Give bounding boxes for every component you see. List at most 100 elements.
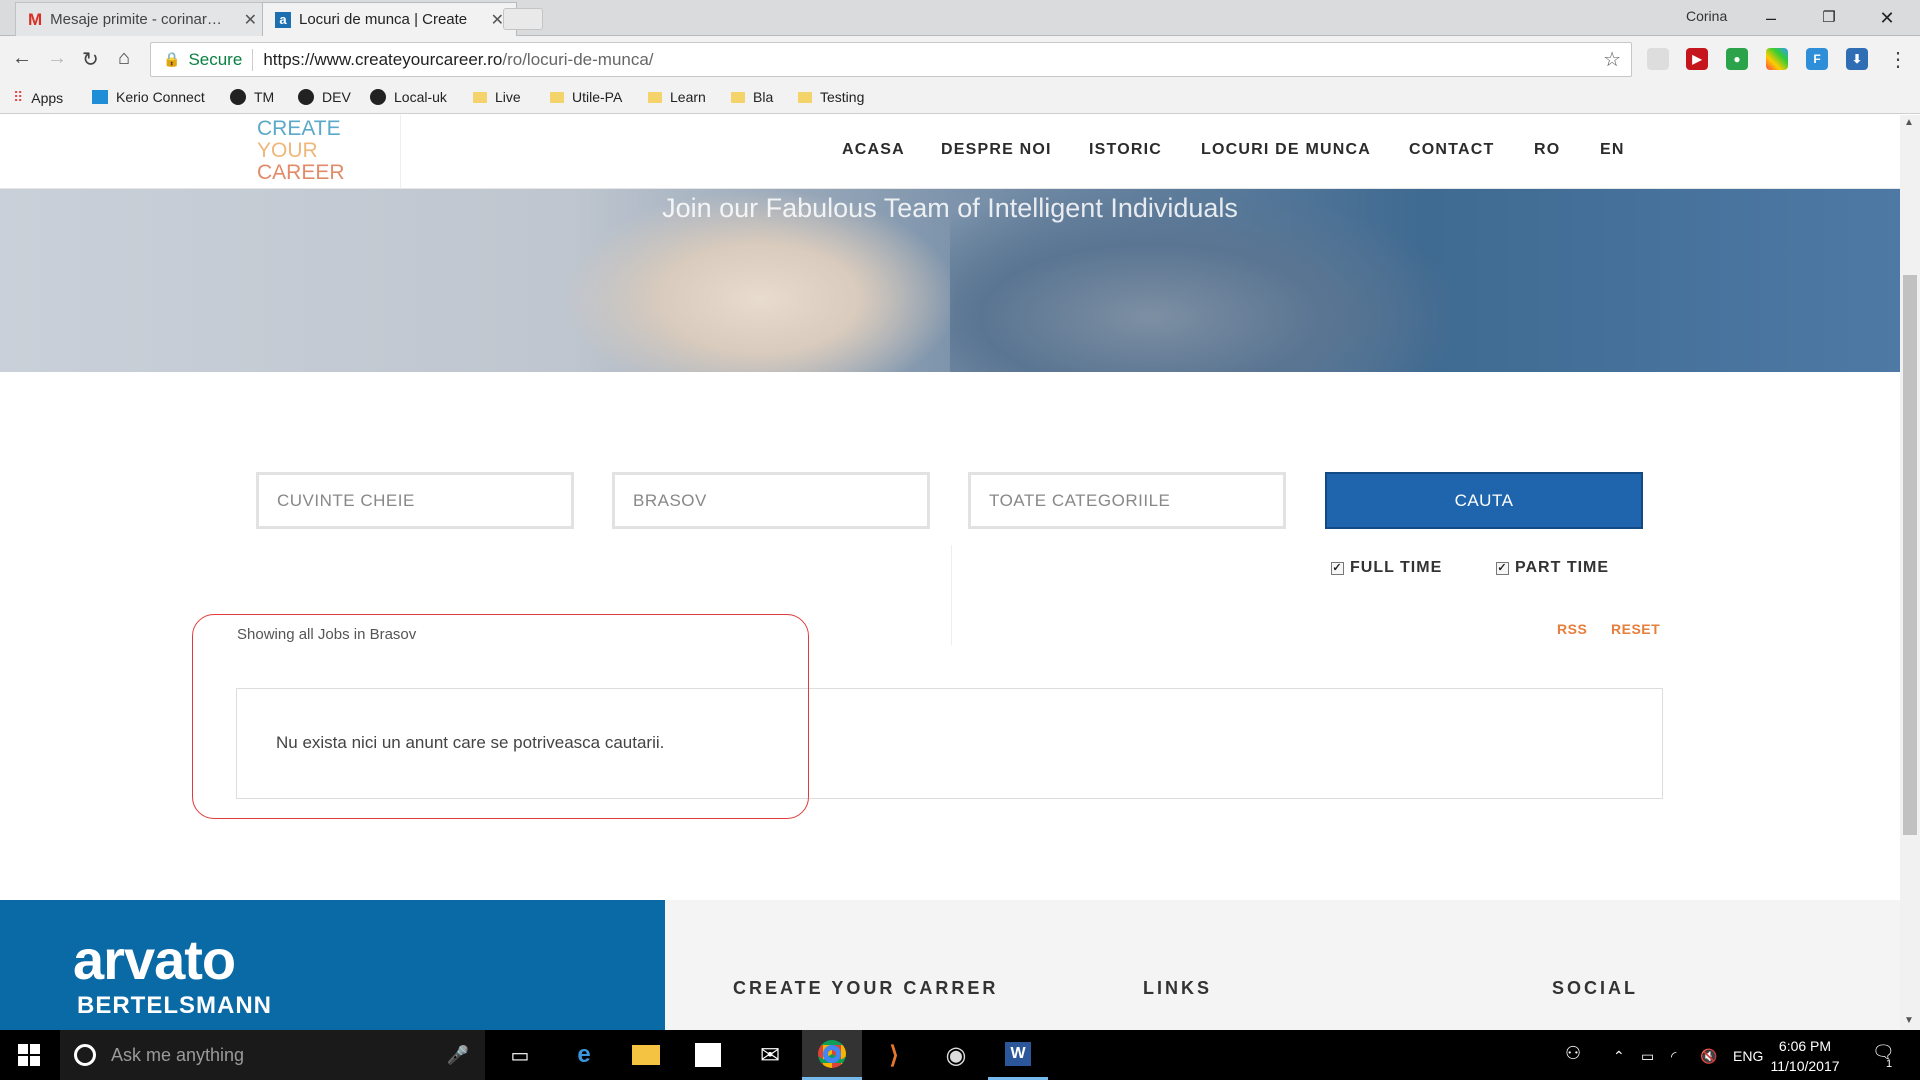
- bookmark-star-icon[interactable]: ☆: [1603, 47, 1621, 72]
- folder-icon: [648, 91, 662, 103]
- footer-heading-social: SOCIAL: [1552, 978, 1639, 998]
- profile-name[interactable]: Corina: [1686, 8, 1727, 24]
- wifi-icon[interactable]: ◜: [1671, 1048, 1676, 1065]
- menu-acasa[interactable]: ACASA: [842, 141, 905, 159]
- tab-gmail[interactable]: M Mesaje primite - corinar… ✕: [15, 2, 270, 36]
- footer-brand-logo: arvato: [73, 928, 236, 991]
- hero-subtitle: Join our Fabulous Team of Intelligent In…: [662, 193, 1238, 223]
- close-window-icon[interactable]: ✕: [1864, 4, 1910, 32]
- bookmark-tm[interactable]: TM: [230, 89, 274, 105]
- bookmark-learn[interactable]: Learn: [648, 89, 706, 105]
- site-icon: [370, 89, 386, 105]
- divider: [400, 115, 401, 189]
- extension-icon[interactable]: ●: [1726, 48, 1748, 70]
- footer-links-panel: [665, 900, 1900, 1030]
- new-tab-button[interactable]: [503, 8, 543, 30]
- file-explorer-icon[interactable]: [616, 1030, 676, 1080]
- scroll-down-icon[interactable]: ▼: [1904, 1015, 1914, 1026]
- footer-brand-sub: BERTELSMANN: [77, 992, 272, 1019]
- people-icon[interactable]: ⚇: [1565, 1043, 1581, 1064]
- extension-icon[interactable]: [1647, 48, 1669, 70]
- chrome-icon[interactable]: [802, 1030, 862, 1080]
- extension-icon[interactable]: F: [1806, 48, 1828, 70]
- input-language[interactable]: ENG: [1733, 1048, 1763, 1064]
- windows-start-icon[interactable]: [18, 1044, 40, 1066]
- store-icon[interactable]: [678, 1030, 738, 1080]
- task-view-icon[interactable]: ▭: [490, 1030, 550, 1080]
- folder-icon: [731, 91, 745, 103]
- back-icon[interactable]: ←: [12, 47, 32, 70]
- reset-link[interactable]: RESET: [1611, 621, 1660, 637]
- close-tab-icon[interactable]: ✕: [244, 10, 257, 30]
- keywords-input[interactable]: CUVINTE CHEIE: [256, 472, 574, 529]
- bookmark-live[interactable]: Live: [473, 89, 521, 105]
- bookmark-testing[interactable]: Testing: [798, 89, 864, 105]
- folder-icon: [798, 91, 812, 103]
- clock-time: 6:06 PM: [1778, 1038, 1832, 1054]
- reload-icon[interactable]: ↻: [82, 47, 99, 72]
- footer-heading-create: CREATE YOUR CARRER: [733, 978, 999, 998]
- menu-locuri-de-munca[interactable]: LOCURI DE MUNCA: [1201, 141, 1371, 159]
- menu-lang-ro[interactable]: RO: [1534, 141, 1560, 159]
- word-icon[interactable]: W: [988, 1030, 1048, 1080]
- gmail-icon: M: [28, 9, 43, 29]
- site-header: CREATE YOUR CAREER ACASA DESPRE NOI ISTO…: [0, 115, 1900, 189]
- extension-icon[interactable]: [1766, 48, 1788, 70]
- menu-despre-noi[interactable]: DESPRE NOI: [941, 141, 1052, 159]
- battery-icon[interactable]: ▭: [1641, 1048, 1654, 1065]
- close-tab-icon[interactable]: ✕: [491, 10, 504, 30]
- site-logo[interactable]: CREATE YOUR CAREER: [257, 118, 345, 184]
- bookmark-local-uk[interactable]: Local-uk: [370, 89, 447, 105]
- extension-icon[interactable]: ⬇: [1846, 48, 1868, 70]
- apps-grid-icon: ⠿: [13, 89, 24, 105]
- footer-heading-links: LINKS: [1143, 978, 1212, 998]
- system-clock[interactable]: 6:06 PM 11/10/2017: [1765, 1036, 1845, 1076]
- address-bar[interactable]: 🔒 Secure https://www.createyourcareer.ro…: [150, 42, 1632, 77]
- bookmarks-bar: ⠿ Apps Kerio Connect TM DEV Local-uk Live…: [0, 83, 1920, 114]
- url-host: https://www.createyourcareer.ro: [263, 49, 503, 69]
- folder-icon: [473, 91, 487, 103]
- bookmark-kerio[interactable]: Kerio Connect: [92, 89, 205, 105]
- rss-link[interactable]: RSS: [1557, 621, 1587, 637]
- checkbox-checked-icon[interactable]: ✓: [1331, 561, 1344, 575]
- forward-icon[interactable]: →: [47, 47, 67, 70]
- site-icon: [230, 89, 246, 105]
- chrome-menu-icon[interactable]: ⋮: [1888, 47, 1908, 72]
- mail-icon[interactable]: ✉: [740, 1030, 800, 1080]
- minimize-icon[interactable]: –: [1748, 4, 1794, 32]
- search-button[interactable]: CAUTA: [1325, 472, 1643, 529]
- microphone-icon[interactable]: 🎤: [447, 1045, 469, 1066]
- extension-icon[interactable]: ▶: [1686, 48, 1708, 70]
- menu-istoric[interactable]: ISTORIC: [1089, 141, 1162, 159]
- scrollbar-thumb[interactable]: [1903, 275, 1917, 835]
- site-favicon-icon: a: [275, 11, 291, 28]
- menu-lang-en[interactable]: EN: [1600, 141, 1625, 159]
- search-placeholder: Ask me anything: [111, 1044, 245, 1065]
- full-time-filter[interactable]: ✓ FULL TIME: [1331, 559, 1442, 577]
- menu-contact[interactable]: CONTACT: [1409, 141, 1494, 159]
- home-icon[interactable]: ⌂: [118, 47, 130, 70]
- volume-muted-icon[interactable]: 🔇: [1700, 1048, 1717, 1065]
- restore-icon[interactable]: ❐: [1806, 4, 1852, 32]
- site-icon: [298, 89, 314, 105]
- category-select[interactable]: TOATE CATEGORIILE: [968, 472, 1286, 529]
- folder-icon: [550, 91, 564, 103]
- page-viewport: CREATE YOUR CAREER ACASA DESPRE NOI ISTO…: [0, 115, 1900, 1030]
- secure-label: Secure: [188, 49, 243, 69]
- location-input[interactable]: BRASOV: [612, 472, 930, 529]
- tab-title: Mesaje primite - corinar…: [50, 11, 222, 28]
- bookmark-apps[interactable]: ⠿ Apps: [13, 89, 63, 106]
- visual-studio-icon[interactable]: ⟩: [864, 1030, 924, 1080]
- checkbox-checked-icon[interactable]: ✓: [1496, 561, 1509, 575]
- bookmark-dev[interactable]: DEV: [298, 89, 351, 105]
- chevron-up-icon[interactable]: ⌃: [1613, 1048, 1625, 1065]
- edge-icon[interactable]: e: [554, 1030, 614, 1080]
- notification-count: 1: [1886, 1058, 1893, 1070]
- bookmark-utile-pa[interactable]: Utile-PA: [550, 89, 622, 105]
- photo-app-icon[interactable]: ◉: [926, 1030, 986, 1080]
- bookmark-bla[interactable]: Bla: [731, 89, 773, 105]
- scroll-up-icon[interactable]: ▲: [1904, 117, 1914, 128]
- part-time-filter[interactable]: ✓ PART TIME: [1496, 559, 1609, 577]
- cortana-search-box[interactable]: Ask me anything 🎤: [60, 1030, 485, 1080]
- tab-locuri-de-munca[interactable]: a Locuri de munca | Create ✕: [262, 2, 517, 36]
